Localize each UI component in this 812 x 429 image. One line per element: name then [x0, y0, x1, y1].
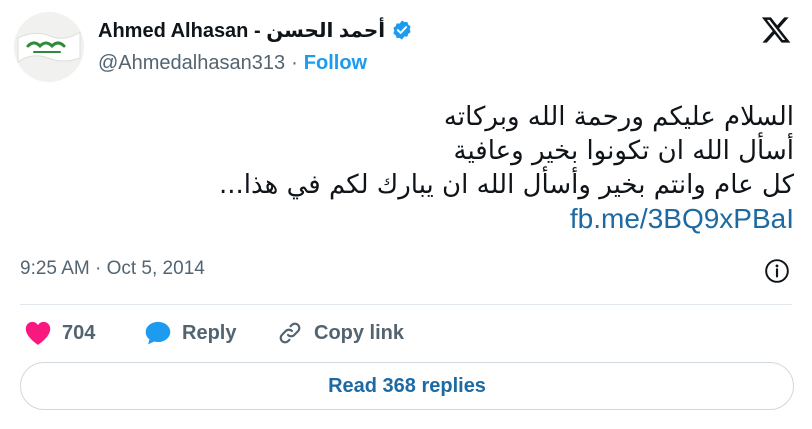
like-count: 704	[62, 321, 96, 344]
tweet-line-3: كل عام وانتم بخير وأسأل الله ان يبارك لك…	[218, 170, 794, 200]
x-logo-icon[interactable]	[760, 14, 792, 46]
copy-link-label: Copy link	[314, 321, 405, 344]
heart-icon	[25, 321, 51, 345]
tweet-line-1: السلام عليكم ورحمة الله وبركاته	[443, 102, 794, 132]
tweet-link[interactable]: fb.me/3BQ9xPBaI	[74, 202, 794, 236]
reply-label: Reply	[182, 321, 237, 344]
avatar[interactable]	[14, 12, 84, 82]
separator-dot: ·	[291, 51, 298, 74]
reply-button[interactable]: Reply	[144, 318, 236, 348]
link-icon	[279, 322, 301, 344]
tweet-line-2: أسأل الله ان تكونوا بخير وعافية	[453, 136, 795, 166]
tweet-timestamp[interactable]: 9:25 AM · Oct 5, 2014	[20, 258, 205, 280]
author-handle[interactable]: @Ahmedalhasan313	[98, 52, 285, 75]
divider	[20, 304, 792, 305]
read-replies-button[interactable]: Read 368 replies	[20, 362, 794, 410]
info-icon[interactable]	[764, 258, 790, 284]
verified-badge-icon	[393, 20, 411, 40]
author-name-row: Ahmed Alhasan - أحمد الحسن	[98, 16, 413, 44]
author-display-name[interactable]: Ahmed Alhasan - أحمد الحسن	[98, 18, 385, 43]
author-handle-row: @Ahmedalhasan313 · Follow	[98, 50, 367, 76]
like-button[interactable]: 704	[24, 318, 95, 348]
follow-button[interactable]: Follow	[304, 52, 367, 75]
flag-avatar-image	[14, 12, 84, 82]
copy-link-button[interactable]: Copy link	[276, 318, 404, 348]
tweet-text: السلام عليكم ورحمة الله وبركاته أسأل الل…	[74, 100, 794, 236]
speech-bubble-icon	[145, 321, 171, 345]
